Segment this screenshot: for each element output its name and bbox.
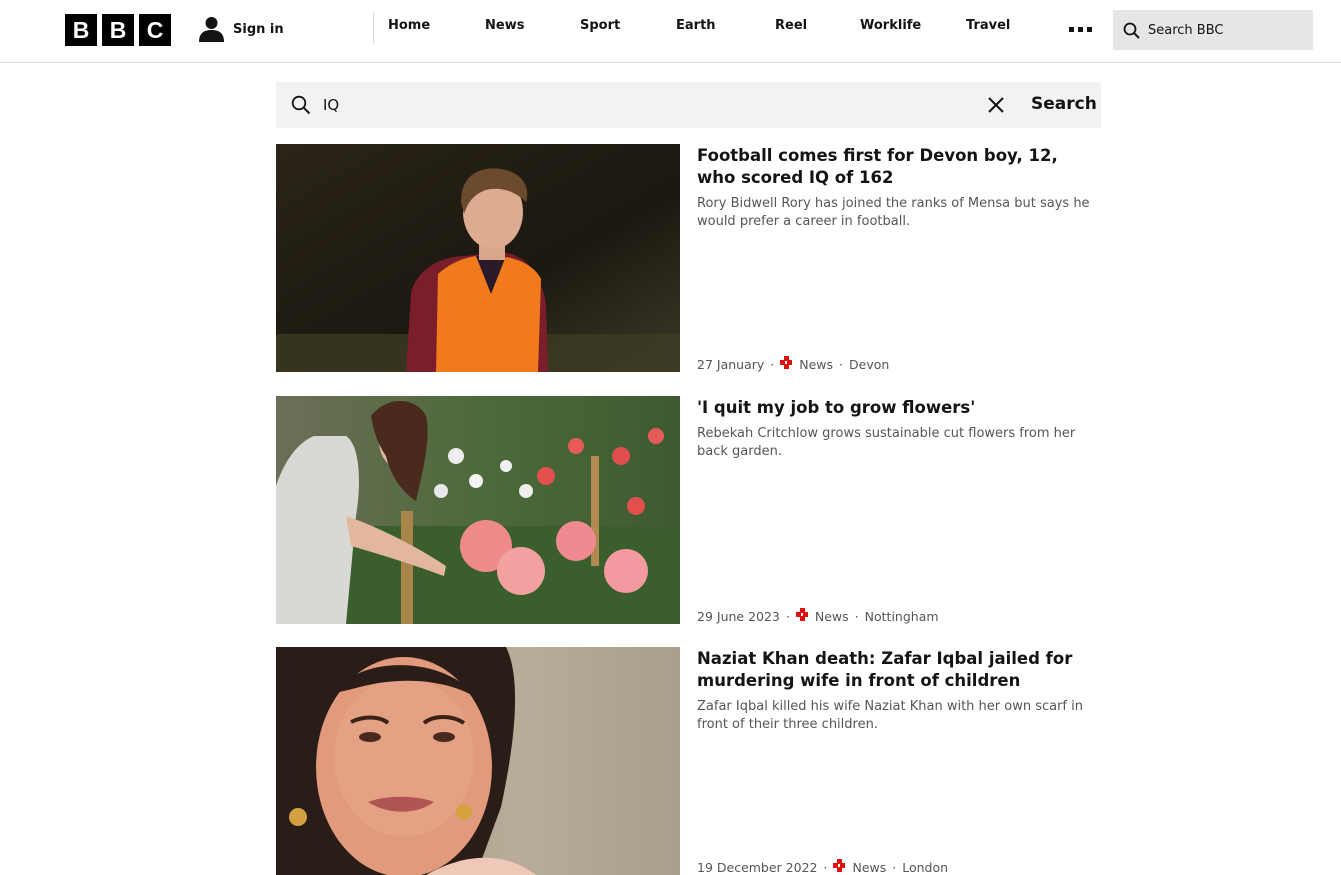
search-result: Naziat Khan death: Zafar Iqbal jailed fo… <box>276 647 1101 875</box>
result-description: Zafar Iqbal killed his wife Naziat Khan … <box>697 699 1083 732</box>
result-meta: 29 June 2023 · News · Nottingham <box>697 608 939 624</box>
search-result: 'I quit my job to grow flowers' Rebekah … <box>276 396 1101 624</box>
result-title[interactable]: Naziat Khan death: Zafar Iqbal jailed fo… <box>697 648 1101 692</box>
result-section[interactable]: News <box>799 357 833 372</box>
result-date: 27 January <box>697 356 765 372</box>
result-section[interactable]: News <box>815 609 849 624</box>
news-icon <box>780 356 793 372</box>
nav-travel[interactable]: Travel <box>966 18 1010 33</box>
bbc-logo[interactable]: B B C <box>65 14 171 46</box>
search-input[interactable] <box>323 93 923 117</box>
result-text: Football comes first for Devon boy, 12, … <box>697 144 1101 372</box>
result-meta: 19 December 2022 · News · London <box>697 859 948 875</box>
search-icon <box>1123 22 1140 39</box>
logo-letter: B <box>102 14 134 46</box>
result-location[interactable]: London <box>902 860 948 875</box>
header-search-placeholder: Search BBC <box>1148 22 1224 38</box>
nav-news[interactable]: News <box>485 18 524 33</box>
nav-worklife[interactable]: Worklife <box>860 18 921 33</box>
search-result: Football comes first for Devon boy, 12, … <box>276 144 1101 372</box>
news-icon <box>833 859 846 875</box>
result-thumbnail[interactable] <box>276 144 680 372</box>
news-icon <box>795 608 809 624</box>
result-location[interactable]: Nottingham <box>865 609 939 624</box>
logo-letter: B <box>65 14 97 46</box>
separator-dot: · <box>785 608 790 624</box>
logo-letter: C <box>139 14 171 46</box>
separator-dot: · <box>770 356 775 372</box>
user-icon <box>199 17 224 42</box>
result-thumbnail[interactable] <box>276 647 680 875</box>
nav-home[interactable]: Home <box>388 18 430 33</box>
search-icon <box>291 95 311 119</box>
separator-dot: · <box>823 859 828 875</box>
result-meta: 27 January · News · Devon <box>697 356 889 372</box>
main-nav: Home News Sport Earth Reel Worklife Trav… <box>373 12 1010 44</box>
search-button[interactable]: Search <box>1031 94 1097 114</box>
separator-dot: · <box>892 859 897 875</box>
nav-sport[interactable]: Sport <box>580 18 620 33</box>
nav-earth[interactable]: Earth <box>676 18 716 33</box>
result-date: 29 June 2023 <box>697 608 780 624</box>
result-thumbnail[interactable] <box>276 396 680 624</box>
result-description: Rory Bidwell Rory has joined the ranks o… <box>697 196 1090 229</box>
nav-reel[interactable]: Reel <box>775 18 807 33</box>
result-text: 'I quit my job to grow flowers' Rebekah … <box>697 396 1101 624</box>
result-text: Naziat Khan death: Zafar Iqbal jailed fo… <box>697 647 1101 875</box>
result-section[interactable]: News <box>852 860 886 875</box>
result-title[interactable]: Football comes first for Devon boy, 12, … <box>697 145 1101 189</box>
site-header: B B C Sign in Home News Sport Earth Reel… <box>0 0 1341 63</box>
result-title[interactable]: 'I quit my job to grow flowers' <box>697 397 1101 419</box>
search-bar: Search <box>276 82 1101 128</box>
header-search-box[interactable]: Search BBC <box>1113 10 1313 50</box>
sign-in-link[interactable]: Sign in <box>199 16 284 42</box>
result-date: 19 December 2022 <box>697 859 818 875</box>
more-icon[interactable] <box>1069 27 1092 32</box>
separator-dot: · <box>839 356 844 372</box>
result-description: Rebekah Critchlow grows sustainable cut … <box>697 426 1076 459</box>
sign-in-label: Sign in <box>233 21 284 37</box>
separator-dot: · <box>854 608 859 624</box>
close-icon[interactable] <box>986 95 1006 119</box>
result-location[interactable]: Devon <box>849 357 889 372</box>
